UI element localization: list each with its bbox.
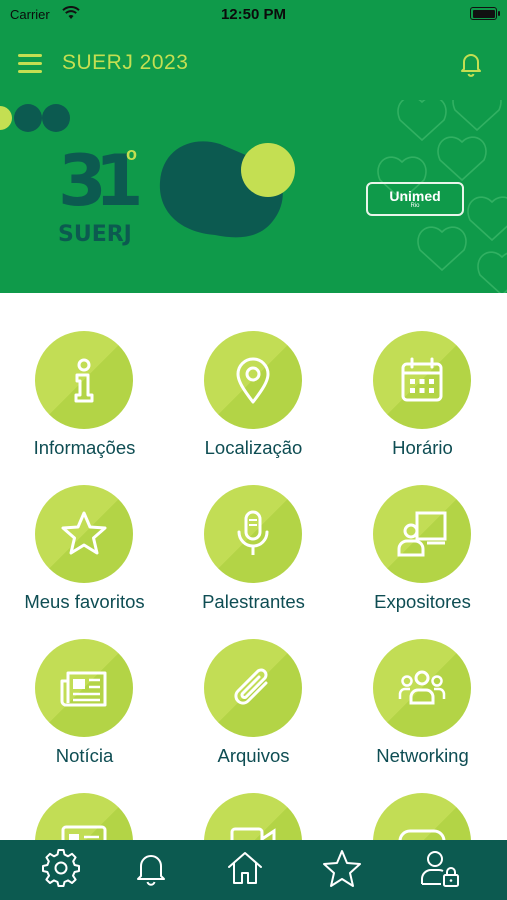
edition-ordinal: o [126,144,137,164]
bottom-navigation [0,840,507,900]
menu-item-partial[interactable] [169,755,338,840]
event-banner: 31 o SUERJ Unimed Rio [0,100,507,293]
menu-item-partial[interactable] [338,755,507,840]
nav-notifications-button[interactable] [131,848,171,888]
microphone-icon [237,510,269,555]
sponsor-badge: Unimed Rio [366,182,464,216]
nav-account-button[interactable] [420,848,460,888]
info-icon [74,358,94,403]
sponsor-name: Unimed [389,188,441,204]
menu-item-icon-circle [35,639,133,737]
menu-item-icon-circle [204,793,302,840]
calendar-icon [401,357,443,402]
menu-item-palestrantes[interactable]: Palestrantes [169,447,338,612]
battery-icon [470,7,500,20]
star-icon [61,511,107,555]
star-icon [323,850,361,887]
edition-number: 31 [58,140,143,222]
nav-settings-button[interactable] [41,848,81,888]
menu-item-partial[interactable] [0,755,169,840]
menu-item-networking[interactable]: Networking [338,601,507,766]
event-name-logo: SUERJ [58,222,132,247]
page-title: SUERJ 2023 [62,51,189,74]
menu-item-noticia[interactable]: Notícia [0,601,169,766]
menu-item-arquivos[interactable]: Arquivos [169,601,338,766]
menu-item-icon-circle [373,331,471,429]
bell-icon [137,855,165,886]
menu-item-icon-circle [373,485,471,583]
presenter-icon [397,511,447,557]
app-header: SUERJ 2023 [0,40,507,90]
nav-home-button[interactable] [225,848,265,888]
hamburger-menu-button[interactable] [18,52,42,74]
menu-item-icon-circle [204,485,302,583]
menu-item-icon-circle [35,331,133,429]
menu-grid: Informações Localização Horário Meus fav… [0,293,507,840]
menu-item-expositores[interactable]: Expositores [338,447,507,612]
menu-item-icon-circle [35,793,133,840]
menu-item-icon-circle [204,331,302,429]
newspaper-icon [60,671,107,707]
menu-item-icon-circle [35,485,133,583]
id-card-icon [61,825,107,840]
menu-item-horario[interactable]: Horário [338,293,507,458]
user-lock-icon [421,851,459,887]
notification-bell-button[interactable] [457,50,485,78]
menu-item-informacoes[interactable]: Informações [0,293,169,458]
top-bar: Carrier 12:50 PM SUERJ 2023 [0,0,507,100]
menu-item-icon-circle [373,639,471,737]
video-icon [230,827,276,840]
menu-item-icon-circle [373,793,471,840]
paperclip-icon [234,668,268,705]
location-pin-icon [236,357,270,404]
menu-item-localizacao[interactable]: Localização [169,293,338,458]
sponsor-subtitle: Rio [410,203,420,209]
clock: 12:50 PM [220,6,287,23]
menu-item-meus-favoritos[interactable]: Meus favoritos [0,447,169,612]
gear-icon [42,849,80,887]
menu-item-icon-circle [204,639,302,737]
nav-favorites-button[interactable] [322,848,362,888]
group-icon [398,670,446,705]
event-logo: 31 o SUERJ [58,142,168,252]
home-icon [228,852,262,884]
gamepad-icon [398,829,446,840]
status-bar: Carrier 12:50 PM [0,0,507,30]
